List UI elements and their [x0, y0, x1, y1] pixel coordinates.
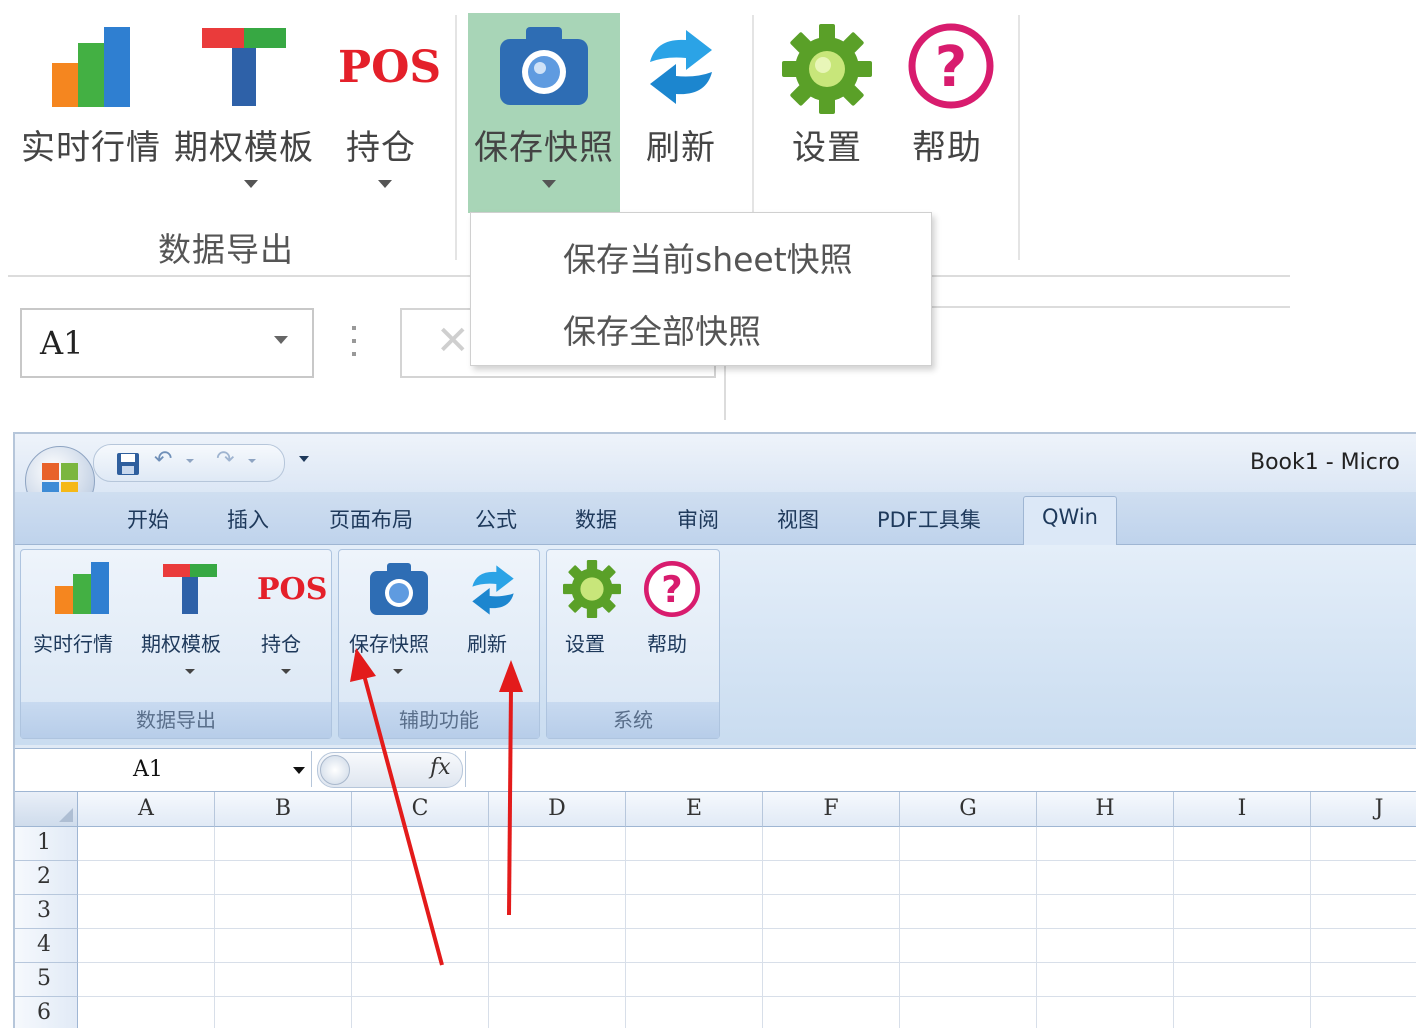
arrow-to-refresh	[499, 660, 523, 916]
arrow-to-save-snapshot	[350, 648, 444, 966]
annotation-arrows	[350, 648, 523, 966]
